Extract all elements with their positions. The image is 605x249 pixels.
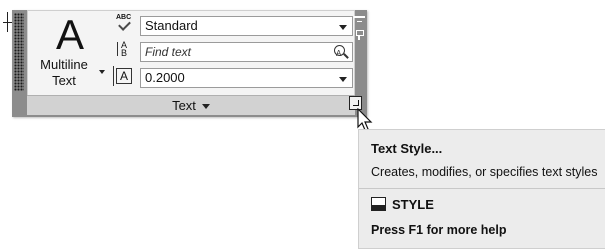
text-style-select[interactable]: Standard [140,16,353,36]
chevron-down-icon[interactable] [99,70,105,74]
tooltip-divider [359,188,605,189]
chevron-down-icon [201,104,210,110]
pin-panel-icon[interactable] [354,30,365,40]
text-style-value: Standard [145,18,198,33]
panel-grip-handle[interactable] [14,13,24,91]
tooltip-command: STYLE [392,197,434,212]
text-height-select[interactable]: 0.2000 [140,68,353,88]
find-text-icon: AB [116,41,132,58]
multiline-text-icon[interactable]: A [50,11,90,59]
panel-body: A Multiline Text ABC Standard AB Find te… [27,10,355,96]
multiline-text-button[interactable]: Multiline Text [28,57,100,89]
spell-check-icon[interactable]: ABC [116,14,132,31]
tooltip-popup: Text Style... Creates, modifies, or spec… [358,129,605,249]
dropdown-arrow-icon[interactable] [339,77,347,82]
text-ribbon-panel: A Multiline Text ABC Standard AB Find te… [12,10,367,117]
dropdown-arrow-icon[interactable] [339,25,347,30]
search-icon[interactable] [333,44,349,63]
command-icon [371,197,386,211]
minimize-panel-icon[interactable] [354,16,365,28]
multiline-text-label: Multiline Text [40,57,88,88]
text-height-icon: A [113,66,132,86]
text-height-value: 0.2000 [145,70,185,85]
find-text-placeholder: Find text [145,45,192,59]
panel-title-bar[interactable]: Text [27,95,355,115]
find-text-input[interactable]: Find text [140,42,353,63]
panel-title[interactable]: Text [27,96,355,115]
panel-title-label: Text [172,98,196,113]
search-handle [343,53,349,59]
tooltip-title: Text Style... [371,141,443,156]
tooltip-description: Creates, modifies, or specifies text sty… [371,165,598,179]
tooltip-help: Press F1 for more help [371,223,507,237]
